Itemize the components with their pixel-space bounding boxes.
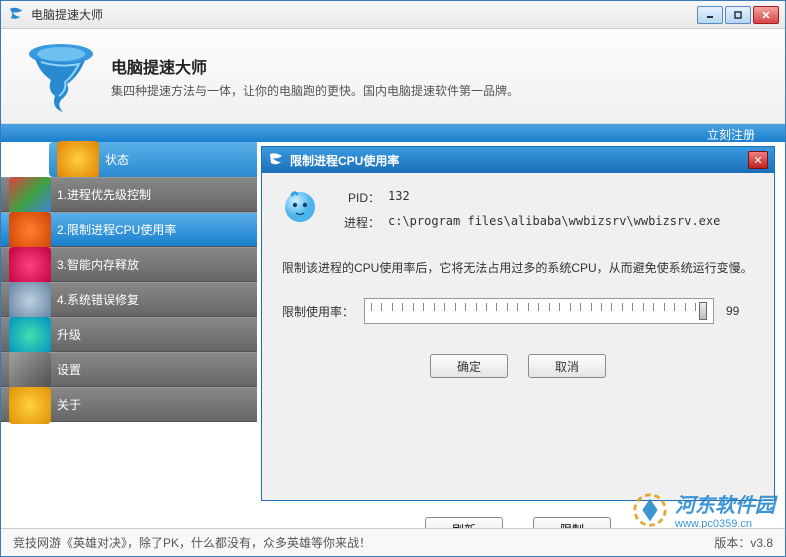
sidebar-item-label: 1.进程优先级控制 <box>57 186 151 203</box>
process-path: c:\program files\alibaba\wwbizsrv\wwbizs… <box>388 214 720 231</box>
settings-icon <box>9 352 51 389</box>
status-icon <box>57 141 99 178</box>
cpu-icon <box>9 212 51 249</box>
version-label: 版本：v3.8 <box>714 534 773 551</box>
banner: 立刻注册 <box>1 124 785 142</box>
sidebar-item-upgrade[interactable]: 升级 <box>1 317 257 352</box>
content-panel: 限制进程CPU使用率 ✕ <box>257 142 785 522</box>
sidebar-item-priority[interactable]: 1.进程优先级控制 <box>1 177 257 212</box>
sidebar-item-about[interactable]: 关于 <box>1 387 257 422</box>
register-link[interactable]: 立刻注册 <box>707 126 755 143</box>
mascot-icon <box>282 189 318 225</box>
sidebar-item-cpu-limit[interactable]: 2.限制进程CPU使用率 <box>1 212 257 247</box>
app-logo-icon <box>7 6 25 24</box>
pid-label: PID： <box>332 189 380 206</box>
tornado-icon <box>21 36 101 116</box>
header: 电脑提速大师 集四种提速方法与一体，让你的电脑跑的更快。国内电脑提速软件第一品牌… <box>1 29 785 124</box>
close-button[interactable] <box>753 6 779 24</box>
minimize-button[interactable] <box>697 6 723 24</box>
process-label: 进程： <box>332 214 380 231</box>
pid-value: 132 <box>388 189 410 206</box>
sidebar-item-label: 设置 <box>57 361 81 378</box>
app-window: 电脑提速大师 电脑提速大师 集四种提速方法与一体，让你的电脑跑的更快。国内电脑提… <box>0 0 786 557</box>
app-title: 电脑提速大师 <box>111 54 519 78</box>
dialog-icon <box>268 152 284 168</box>
sidebar-item-label: 2.限制进程CPU使用率 <box>57 221 176 238</box>
titlebar: 电脑提速大师 <box>1 1 785 29</box>
memory-icon <box>9 247 51 284</box>
dialog-close-button[interactable]: ✕ <box>748 151 768 169</box>
dialog-titlebar: 限制进程CPU使用率 ✕ <box>262 147 774 173</box>
priority-icon <box>9 177 51 214</box>
about-icon <box>9 387 51 424</box>
maximize-button[interactable] <box>725 6 751 24</box>
sidebar-item-label: 状态 <box>105 151 129 168</box>
cancel-button[interactable]: 取消 <box>528 354 606 378</box>
main-area: 状态 1.进程优先级控制 2.限制进程CPU使用率 3.智能内存释放 4.系统错… <box>1 142 785 522</box>
upgrade-icon <box>9 317 51 354</box>
slider-thumb[interactable] <box>699 302 707 320</box>
window-title: 电脑提速大师 <box>31 6 697 23</box>
sidebar-item-status[interactable]: 状态 <box>49 142 257 177</box>
sidebar-item-repair[interactable]: 4.系统错误修复 <box>1 282 257 317</box>
footer-text: 竞技网游《英雄对决》，除了PK，什么都没有，众多英雄等你来战！ <box>13 534 371 551</box>
sidebar-item-label: 4.系统错误修复 <box>57 291 139 308</box>
dialog-title: 限制进程CPU使用率 <box>290 152 748 169</box>
sidebar-item-label: 升级 <box>57 326 81 343</box>
repair-icon <box>9 282 51 319</box>
footer: 竞技网游《英雄对决》，除了PK，什么都没有，众多英雄等你来战！ 版本：v3.8 <box>1 528 785 556</box>
sidebar-item-label: 3.智能内存释放 <box>57 256 139 273</box>
app-subtitle: 集四种提速方法与一体，让你的电脑跑的更快。国内电脑提速软件第一品牌。 <box>111 82 519 99</box>
sidebar-item-label: 关于 <box>57 396 81 413</box>
sidebar: 状态 1.进程优先级控制 2.限制进程CPU使用率 3.智能内存释放 4.系统错… <box>1 142 257 522</box>
sidebar-item-memory[interactable]: 3.智能内存释放 <box>1 247 257 282</box>
ok-button[interactable]: 确定 <box>430 354 508 378</box>
dialog-description: 限制该进程的CPU使用率后，它将无法占用过多的系统CPU，从而避免使系统运行变慢… <box>282 259 754 278</box>
slider-label: 限制使用率： <box>282 303 354 320</box>
sidebar-item-settings[interactable]: 设置 <box>1 352 257 387</box>
cpu-limit-dialog: 限制进程CPU使用率 ✕ <box>261 146 775 501</box>
slider-value: 99 <box>726 304 754 318</box>
cpu-limit-slider[interactable] <box>364 298 714 324</box>
